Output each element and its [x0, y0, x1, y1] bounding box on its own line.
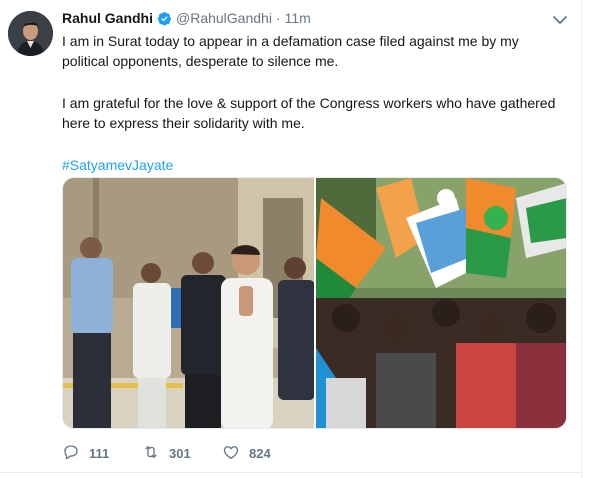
separator-dot: ·: [275, 10, 281, 26]
hashtag-link[interactable]: #SatyamevJayate: [62, 157, 173, 173]
flag-waving-crowd-photo[interactable]: [316, 178, 566, 428]
divider: [581, 0, 582, 478]
like-count: 824: [249, 445, 271, 461]
media-grid: [62, 177, 567, 429]
timestamp[interactable]: 11m: [285, 10, 311, 26]
verified-badge-icon: [157, 11, 172, 26]
retweet-count: 301: [169, 445, 191, 461]
tweet-text: I am in Surat today to appear in a defam…: [62, 31, 562, 175]
tweet-paragraph: I am in Surat today to appear in a defam…: [62, 33, 519, 69]
tweet-header: Rahul Gandhi @RahulGandhi · 11m: [62, 9, 311, 27]
retweet-icon: [142, 443, 160, 464]
author-name[interactable]: Rahul Gandhi: [62, 10, 153, 26]
tweet-actions: 111 301 824: [62, 443, 302, 463]
like-icon: [222, 443, 240, 464]
avatar[interactable]: [8, 11, 53, 56]
reply-button[interactable]: 111: [62, 443, 142, 464]
tweet-card[interactable]: Rahul Gandhi @RahulGandhi · 11m I am in …: [0, 0, 581, 478]
divider: [0, 472, 581, 473]
reply-icon: [62, 443, 80, 464]
walking-crowd-photo[interactable]: [63, 178, 314, 428]
chevron-down-icon[interactable]: [552, 13, 568, 25]
author-handle[interactable]: @RahulGandhi: [176, 10, 272, 26]
retweet-button[interactable]: 301: [142, 443, 222, 464]
reply-count: 111: [89, 445, 110, 461]
like-button[interactable]: 824: [222, 443, 302, 464]
tweet-paragraph: I am grateful for the love & support of …: [62, 95, 556, 131]
